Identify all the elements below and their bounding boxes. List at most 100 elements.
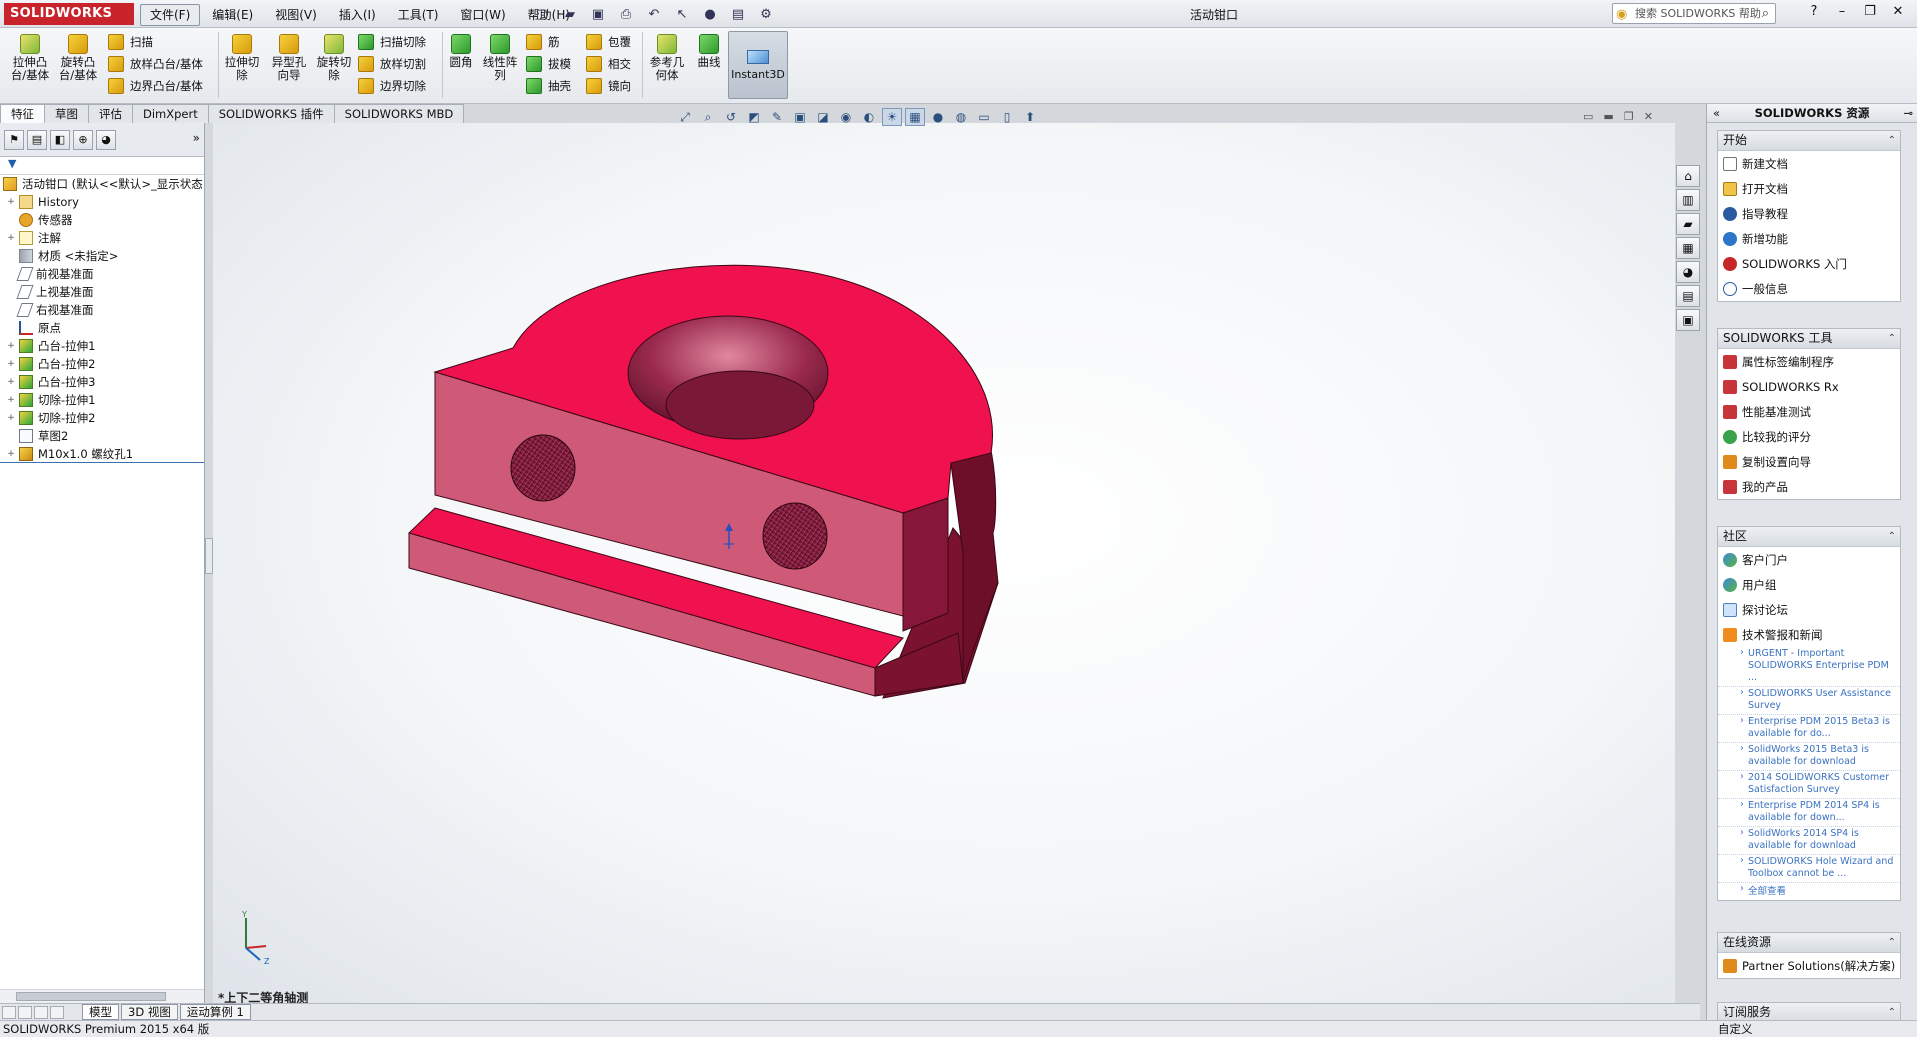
menu-insert[interactable]: 插入(I) xyxy=(329,4,386,26)
minimize-viewport-icon[interactable]: ▬ xyxy=(1603,110,1613,123)
file-explorer-icon[interactable]: ▰ xyxy=(1676,213,1700,235)
monitor-icon[interactable]: ▭ xyxy=(974,108,994,126)
undo-icon[interactable]: ↶ xyxy=(642,4,666,24)
apply-scene-icon[interactable]: ☀ xyxy=(882,108,902,126)
section-tools-header[interactable]: SOLIDWORKS 工具 ⌃ xyxy=(1718,329,1900,349)
news-link[interactable]: SOLIDWORKS User Assistance Survey xyxy=(1718,687,1900,715)
instant3d-button[interactable]: Instant3D xyxy=(728,31,788,99)
view-orientation-icon[interactable]: ▣ xyxy=(790,108,810,126)
home-icon[interactable]: ⌂ xyxy=(1676,165,1700,187)
curves-button[interactable]: 曲线 xyxy=(693,34,725,69)
counterbore-inner[interactable] xyxy=(665,370,815,440)
loft-boss-button[interactable]: 放样凸台/基体 xyxy=(108,54,203,74)
expand-toggle[interactable]: + xyxy=(6,377,16,387)
view-settings-icon[interactable]: ▦ xyxy=(905,108,925,126)
new-doc-icon[interactable]: ▢ xyxy=(530,4,554,24)
solidworks-logo[interactable]: SOLIDWORKS xyxy=(4,3,134,25)
resource-link[interactable]: 用户组 xyxy=(1718,572,1900,597)
scene-icon[interactable]: ◍ xyxy=(951,108,971,126)
configuration-manager-icon[interactable]: ◧ xyxy=(50,129,70,150)
open-doc-icon[interactable]: ▰ xyxy=(558,4,582,24)
resource-link[interactable]: 打开文档 xyxy=(1718,176,1900,201)
sweep-cut-button[interactable]: 扫描切除 xyxy=(358,32,426,52)
draft-button[interactable]: 拔模 xyxy=(526,54,571,74)
restore-viewport-icon[interactable]: ❐ xyxy=(1624,110,1634,123)
news-link[interactable]: SOLIDWORKS Hole Wizard and Toolbox canno… xyxy=(1718,855,1900,883)
intersect-button[interactable]: 相交 xyxy=(586,54,631,74)
file-properties-icon[interactable]: ▤ xyxy=(726,4,750,24)
news-link[interactable]: Enterprise PDM 2014 SP4 is available for… xyxy=(1718,799,1900,827)
tree-item[interactable]: 草图2 xyxy=(0,427,204,445)
fillet-button[interactable]: 圆角 xyxy=(446,34,476,69)
rib-button[interactable]: 筋 xyxy=(526,32,560,52)
resource-link[interactable]: SOLIDWORKS Rx xyxy=(1718,374,1900,399)
part-model[interactable] xyxy=(213,123,1675,1003)
resource-link[interactable]: 我的产品 xyxy=(1718,474,1900,499)
panel-collapse-handle[interactable] xyxy=(205,538,213,574)
resource-link[interactable]: 探讨论坛 xyxy=(1718,597,1900,622)
rebuild-icon[interactable]: ● xyxy=(698,4,722,24)
tab-model[interactable]: 模型 xyxy=(82,1004,119,1020)
tree-item[interactable]: + History xyxy=(0,193,204,211)
close-icon[interactable]: ✕ xyxy=(1887,4,1909,19)
threaded-hole-right[interactable] xyxy=(762,502,828,570)
tab-evaluate[interactable]: 评估 xyxy=(88,104,133,123)
wrap-button[interactable]: 包覆 xyxy=(586,32,631,52)
boundary-cut-button[interactable]: 边界切除 xyxy=(358,76,426,96)
previous-view-icon[interactable]: ↺ xyxy=(721,108,741,126)
section-view-icon[interactable]: ◩ xyxy=(744,108,764,126)
resource-link[interactable]: 新建文档 xyxy=(1718,151,1900,176)
tree-item[interactable]: 前视基准面 xyxy=(0,265,204,283)
tab-sketch[interactable]: 草图 xyxy=(44,104,89,123)
help-search-input[interactable]: ◉ 搜索 SOLIDWORKS 帮助 ⌕ xyxy=(1612,3,1776,24)
expand-toggle[interactable]: + xyxy=(6,341,16,351)
menu-tools[interactable]: 工具(T) xyxy=(388,4,449,26)
threaded-hole-left[interactable] xyxy=(510,434,576,502)
menu-edit[interactable]: 编辑(E) xyxy=(202,4,263,26)
news-link[interactable]: URGENT - Important SOLIDWORKS Enterprise… xyxy=(1718,647,1900,687)
section-start-header[interactable]: 开始 ⌃ xyxy=(1718,131,1900,151)
linear-pattern-button[interactable]: 线性阵 列 xyxy=(480,34,520,82)
resource-link[interactable]: 比较我的评分 xyxy=(1718,424,1900,449)
edit-appearance-icon[interactable]: ◐ xyxy=(859,108,879,126)
custom-properties-icon[interactable]: ▤ xyxy=(1676,285,1700,307)
chevron-up-icon[interactable]: ⌃ xyxy=(1888,933,1896,952)
section-community-header[interactable]: 社区 ⌃ xyxy=(1718,527,1900,547)
hide-show-items-icon[interactable]: ◉ xyxy=(836,108,856,126)
help-icon[interactable]: ? xyxy=(1803,4,1825,19)
save-icon[interactable]: ▣ xyxy=(586,4,610,24)
revolve-boss-button[interactable]: 旋转凸 台/基体 xyxy=(58,34,98,82)
expand-toggle[interactable]: + xyxy=(6,413,16,423)
resource-link[interactable]: 复制设置向导 xyxy=(1718,449,1900,474)
revolve-cut-button[interactable]: 旋转切 除 xyxy=(314,34,354,82)
zoom-to-area-icon[interactable]: ⌕ xyxy=(698,108,718,126)
tab-features[interactable]: 特征 xyxy=(0,104,45,123)
tree-item[interactable]: 右视基准面 xyxy=(0,301,204,319)
tree-item[interactable]: + 凸台-拉伸3 xyxy=(0,373,204,391)
chevron-right-icon[interactable]: » xyxy=(193,131,200,145)
tree-item[interactable]: + 切除-拉伸1 xyxy=(0,391,204,409)
extrude-boss-button[interactable]: 拉伸凸 台/基体 xyxy=(10,34,50,82)
view-all-link[interactable]: 全部查看 xyxy=(1718,883,1900,900)
last-tab-button[interactable] xyxy=(50,1005,64,1019)
property-manager-icon[interactable]: ▤ xyxy=(27,129,47,150)
resource-link[interactable]: SOLIDWORKS 入门 xyxy=(1718,251,1900,276)
tab-dimxpert[interactable]: DimXpert xyxy=(132,104,209,123)
resource-link[interactable]: 属性标签编制程序 xyxy=(1718,349,1900,374)
menu-view[interactable]: 视图(V) xyxy=(265,4,327,26)
tree-root[interactable]: 活动钳口 (默认<<默认>_显示状态 xyxy=(0,175,204,193)
loft-cut-button[interactable]: 放样切割 xyxy=(358,54,426,74)
resource-link[interactable]: Partner Solutions(解决方案) xyxy=(1718,953,1900,978)
collapse-icon[interactable]: « xyxy=(1713,104,1720,122)
resource-link[interactable]: 性能基准测试 xyxy=(1718,399,1900,424)
first-tab-button[interactable] xyxy=(2,1005,16,1019)
shell-button[interactable]: 抽壳 xyxy=(526,76,571,96)
mirror-button[interactable]: 镜向 xyxy=(586,76,631,96)
tree-item[interactable]: 传感器 xyxy=(0,211,204,229)
prev-tab-button[interactable] xyxy=(18,1005,32,1019)
close-viewport-icon[interactable]: ✕ xyxy=(1644,110,1653,123)
resource-link[interactable]: 指导教程 xyxy=(1718,201,1900,226)
design-library-icon[interactable]: ▥ xyxy=(1676,189,1700,211)
chevron-up-icon[interactable]: ⌃ xyxy=(1888,527,1896,546)
news-link[interactable]: SolidWorks 2014 SP4 is available for dow… xyxy=(1718,827,1900,855)
